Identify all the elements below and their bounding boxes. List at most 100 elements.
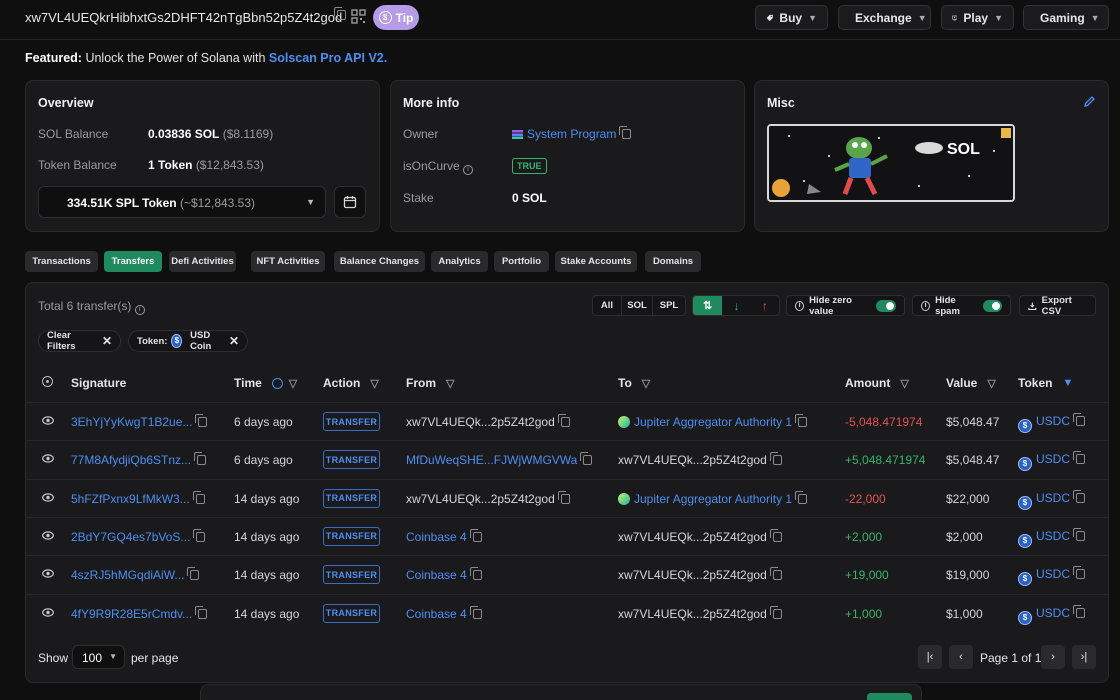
copy-icon[interactable] <box>557 414 570 427</box>
tab-domains[interactable]: Domains <box>645 251 701 272</box>
from-address[interactable]: xw7VL4UEQk...2p5Z4t2god <box>406 415 555 429</box>
to-address[interactable]: xw7VL4UEQk...2p5Z4t2god <box>618 568 767 582</box>
copy-icon[interactable] <box>187 567 200 581</box>
copy-icon[interactable] <box>195 414 208 427</box>
to-cell[interactable]: Jupiter Aggregator Authority 1 <box>618 490 808 506</box>
to-cell[interactable]: Jupiter Aggregator Authority 1 <box>618 414 808 429</box>
copy-icon[interactable] <box>795 490 808 504</box>
per-page-select[interactable]: 100 ▼ <box>72 645 125 669</box>
tab-balance-changes[interactable]: Balance Changes <box>334 251 425 272</box>
to-address[interactable]: xw7VL4UEQk...2p5Z4t2god <box>618 453 767 467</box>
tip-button[interactable]: $ Tip <box>373 5 419 30</box>
hide-zero-value-toggle[interactable]: i Hide zero value <box>786 295 905 317</box>
prev-page-button[interactable]: ‹ <box>949 645 973 669</box>
clock-icon[interactable] <box>271 377 283 389</box>
tab-transfers[interactable]: Transfers <box>104 251 162 272</box>
to-cell[interactable]: xw7VL4UEQk...2p5Z4t2god <box>618 567 782 582</box>
copy-icon[interactable] <box>619 126 632 139</box>
from-cell[interactable]: Coinbase 4 <box>406 528 482 544</box>
signature-cell[interactable]: 2BdY7GQ4es7bVoS... <box>71 528 206 544</box>
token-cell[interactable]: $ USDC <box>1018 604 1086 625</box>
token-link[interactable]: USDC <box>1036 606 1070 620</box>
signature-link[interactable]: 5hFZfPxnx9LfMkW3... <box>71 492 190 506</box>
copy-icon[interactable] <box>193 528 206 542</box>
to-address[interactable]: Jupiter Aggregator Authority 1 <box>634 415 792 429</box>
calendar-button[interactable] <box>334 186 366 218</box>
signature-cell[interactable]: 3EhYjYyKwgT1B2ue... <box>71 414 208 429</box>
copy-icon[interactable] <box>769 567 782 581</box>
signature-cell[interactable]: 4szRJ5hMGqdiAiW... <box>71 567 200 582</box>
copy-icon[interactable] <box>192 490 205 504</box>
first-page-button[interactable]: |‹ <box>918 645 942 669</box>
next-page-button[interactable]: › <box>1041 645 1065 669</box>
filter-icon[interactable]: ▽ <box>900 377 908 390</box>
copy-icon[interactable] <box>1073 527 1086 541</box>
eye-icon[interactable] <box>42 491 54 505</box>
token-link[interactable]: USDC <box>1036 567 1070 581</box>
filter-spl-button[interactable]: SPL <box>653 300 685 311</box>
direction-out-button[interactable]: ↑ <box>751 299 779 313</box>
direction-both-button[interactable]: ⇅ <box>693 296 723 315</box>
copy-icon[interactable] <box>769 605 782 619</box>
copy-icon[interactable] <box>195 605 208 619</box>
from-cell[interactable]: Coinbase 4 <box>406 567 482 582</box>
copy-icon[interactable] <box>580 452 593 466</box>
signature-link[interactable]: 3EhYjYyKwgT1B2ue... <box>71 415 192 429</box>
toggle-switch[interactable] <box>876 299 896 312</box>
owner-value[interactable]: System Program <box>512 126 632 141</box>
copy-icon[interactable] <box>469 567 482 581</box>
eye-icon[interactable] <box>42 414 54 428</box>
copy-icon[interactable] <box>769 528 782 542</box>
to-cell[interactable]: xw7VL4UEQk...2p5Z4t2god <box>618 452 782 467</box>
eye-icon[interactable] <box>42 529 54 543</box>
tab-nft-activities[interactable]: NFT Activities <box>251 251 325 272</box>
from-address[interactable]: Coinbase 4 <box>406 607 467 621</box>
tab-stake-accounts[interactable]: Stake Accounts <box>555 251 637 272</box>
edit-button[interactable] <box>1083 95 1096 111</box>
direction-in-button[interactable]: ↓ <box>722 299 750 313</box>
from-cell[interactable]: Coinbase 4 <box>406 605 482 621</box>
filter-active-icon[interactable]: ▼ <box>1062 377 1073 389</box>
filter-icon[interactable]: ▽ <box>446 377 454 390</box>
nav-play-button[interactable]: Play ▼ <box>941 5 1014 30</box>
from-address[interactable]: MfDuWeqSHE...FJWjWMGVWa <box>406 453 577 467</box>
token-link[interactable]: USDC <box>1036 452 1070 466</box>
close-icon[interactable]: ✕ <box>229 334 239 348</box>
token-cell[interactable]: $ USDC <box>1018 451 1086 472</box>
filter-icon[interactable]: ▽ <box>987 377 995 390</box>
signature-link[interactable]: 77M8AfydjiQb6STnz... <box>71 453 191 467</box>
copy-icon[interactable] <box>1073 413 1086 426</box>
copy-icon[interactable] <box>469 528 482 542</box>
token-cell[interactable]: $ USDC <box>1018 489 1086 510</box>
to-address[interactable]: xw7VL4UEQk...2p5Z4t2god <box>618 607 767 621</box>
last-page-button[interactable]: ›| <box>1072 645 1096 669</box>
token-holdings-select[interactable]: 334.51K SPL Token (~$12,843.53) ▼ <box>38 186 326 218</box>
copy-icon[interactable] <box>1073 604 1086 618</box>
filter-sol-button[interactable]: SOL <box>621 296 653 315</box>
copy-icon[interactable] <box>769 452 782 466</box>
eye-icon[interactable] <box>42 567 54 581</box>
nav-buy-button[interactable]: Buy ▼ <box>755 5 828 30</box>
nav-exchange-button[interactable]: Exchange ▼ <box>838 5 931 30</box>
to-address[interactable]: Jupiter Aggregator Authority 1 <box>634 492 792 506</box>
qr-code-button[interactable] <box>351 9 366 24</box>
token-cell[interactable]: $ USDC <box>1018 527 1086 548</box>
from-cell[interactable]: xw7VL4UEQk...2p5Z4t2god <box>406 490 570 506</box>
solscan-pro-api-link[interactable]: Solscan Pro API V2. <box>269 51 387 65</box>
token-cell[interactable]: $ USDC <box>1018 413 1086 433</box>
filter-icon[interactable]: ▽ <box>289 377 297 390</box>
filter-icon[interactable]: ▽ <box>642 377 650 390</box>
from-cell[interactable]: MfDuWeqSHE...FJWjWMGVWa <box>406 452 593 467</box>
copy-icon[interactable] <box>1073 566 1086 580</box>
copy-icon[interactable] <box>194 452 207 466</box>
from-address[interactable]: Coinbase 4 <box>406 530 467 544</box>
tab-portfolio[interactable]: Portfolio <box>494 251 549 272</box>
signature-cell[interactable]: 4fY9R9R28E5rCmdv... <box>71 605 208 621</box>
signature-link[interactable]: 4szRJ5hMGqdiAiW... <box>71 568 184 582</box>
from-address[interactable]: Coinbase 4 <box>406 568 467 582</box>
signature-link[interactable]: 4fY9R9R28E5rCmdv... <box>71 607 192 621</box>
owner-link[interactable]: System Program <box>527 127 616 141</box>
token-cell[interactable]: $ USDC <box>1018 566 1086 587</box>
hide-spam-toggle[interactable]: i Hide spam <box>912 295 1011 317</box>
copy-icon[interactable] <box>1073 451 1086 465</box>
